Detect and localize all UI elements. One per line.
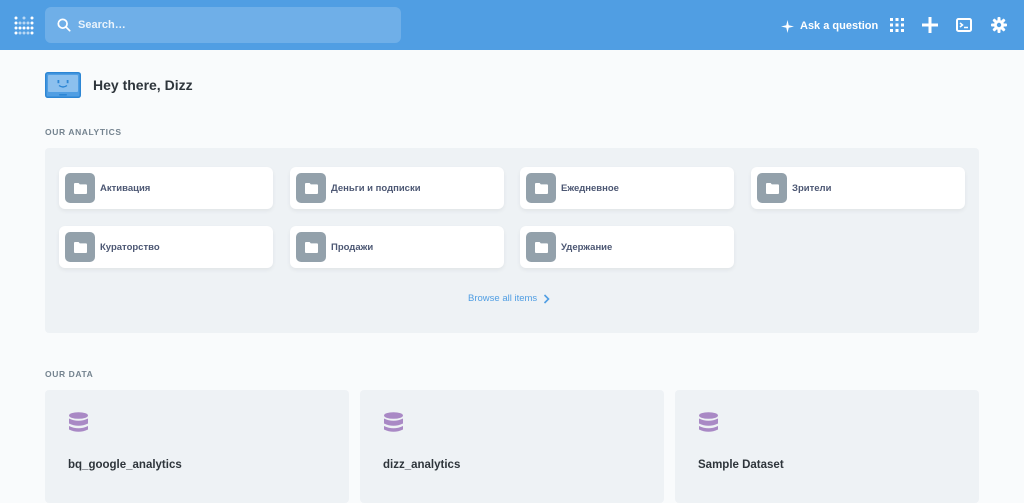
collection-card[interactable]: Продажи: [290, 226, 504, 268]
database-icon: [384, 412, 403, 432]
database-name: bq_google_analytics: [68, 459, 182, 471]
search-icon: [57, 18, 71, 32]
sparkle-icon: [781, 19, 794, 33]
browse-all-items-label: Browse all items: [468, 293, 538, 304]
folder-icon: [65, 232, 95, 262]
search-input[interactable]: [78, 19, 378, 31]
metabase-logo-icon[interactable]: [14, 16, 34, 36]
database-icon: [699, 412, 718, 432]
folder-icon: [757, 173, 787, 203]
collection-card[interactable]: Ежедневное: [520, 167, 734, 209]
folder-icon: [296, 232, 326, 262]
search-bar[interactable]: [45, 7, 401, 43]
collection-name: Ежедневное: [561, 182, 619, 194]
greeting: Hey there, Dizz: [45, 72, 193, 98]
folder-icon: [526, 232, 556, 262]
gear-icon[interactable]: [991, 17, 1007, 33]
collection-name: Кураторство: [100, 241, 160, 253]
plus-icon[interactable]: [922, 17, 938, 33]
grid-icon[interactable]: [889, 17, 905, 33]
database-card[interactable]: Sample Dataset: [675, 390, 979, 503]
ask-question-button[interactable]: Ask a question: [781, 18, 878, 34]
collection-name: Зрители: [792, 182, 832, 194]
collection-name: Удержание: [561, 241, 613, 253]
collection-name: Деньги и подписки: [331, 182, 421, 194]
folder-icon: [526, 173, 556, 203]
folder-icon: [296, 173, 326, 203]
browse-all-items-link[interactable]: Browse all items: [468, 293, 550, 304]
folder-icon: [65, 173, 95, 203]
collection-card[interactable]: Кураторство: [59, 226, 273, 268]
database-icon: [69, 412, 88, 432]
collection-card[interactable]: Удержание: [520, 226, 734, 268]
database-name: Sample Dataset: [698, 459, 784, 471]
ask-question-label: Ask a question: [800, 20, 879, 32]
collection-card[interactable]: Активация: [59, 167, 273, 209]
sql-editor-icon[interactable]: [956, 17, 972, 33]
smiling-monitor-icon: [45, 72, 81, 98]
database-card[interactable]: dizz_analytics: [360, 390, 664, 503]
collection-name: Продажи: [331, 241, 374, 253]
top-navbar: Ask a question: [0, 0, 1024, 50]
collection-card[interactable]: Деньги и подписки: [290, 167, 504, 209]
our-data-label: OUR DATA: [45, 369, 94, 379]
collection-name: Активация: [100, 182, 151, 194]
chevron-right-icon: [544, 293, 550, 304]
collection-card[interactable]: Зрители: [751, 167, 965, 209]
database-name: dizz_analytics: [383, 459, 461, 471]
our-analytics-label: OUR ANALYTICS: [45, 127, 122, 137]
database-card[interactable]: bq_google_analytics: [45, 390, 349, 503]
greeting-title: Hey there, Dizz: [93, 77, 193, 93]
